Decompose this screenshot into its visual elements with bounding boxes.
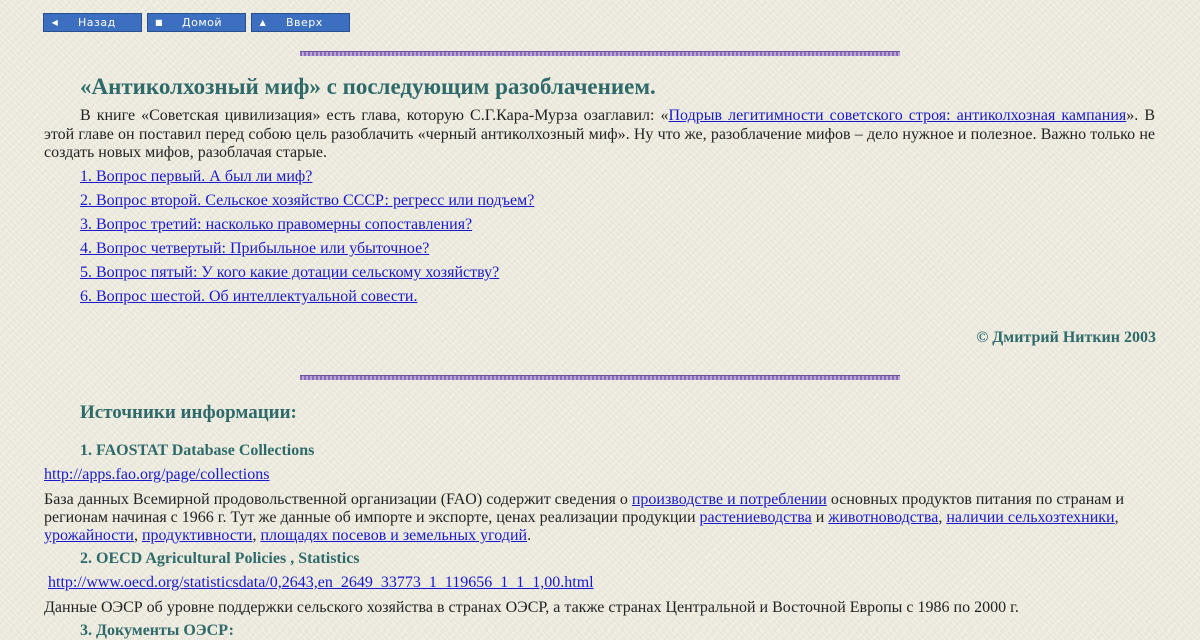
livestock-link[interactable]: животноводства: [828, 509, 938, 526]
sources-title: Источники информации:: [80, 402, 297, 423]
crop-production-link[interactable]: растениеводства: [700, 509, 812, 526]
source-description-1: База данных Всемирной продовольственной …: [44, 491, 1155, 545]
divider-top: [300, 51, 900, 56]
back-button[interactable]: ◀ Назад: [43, 13, 142, 32]
source-heading-2: 2. OECD Agricultural Policies , Statisti…: [80, 550, 360, 567]
intro-paragraph: В книге «Советская цивилизация» есть гла…: [44, 107, 1155, 163]
intro-text-start: В книге «Советская цивилизация» есть гла…: [80, 107, 669, 124]
productivity-link[interactable]: продуктивности: [142, 527, 253, 544]
toc-item: 3. Вопрос третий: насколько правомерны с…: [80, 215, 534, 239]
source-url-2[interactable]: http://www.oecd.org/statisticsdata/0,264…: [48, 574, 594, 592]
toc-item: 1. Вопрос первый. А был ли миф?: [80, 167, 534, 191]
copyright: © Дмитрий Ниткин 2003: [976, 329, 1156, 346]
arrow-left-icon: ◀: [51, 18, 59, 27]
up-button[interactable]: ▲ Вверх: [251, 13, 350, 32]
table-of-contents: 1. Вопрос первый. А был ли миф? 2. Вопро…: [80, 167, 534, 311]
source-heading-3: 3. Документы ОЭСР:: [80, 622, 234, 639]
arrow-up-icon: ▲: [259, 18, 267, 27]
source-text: ,: [1114, 509, 1119, 526]
square-icon: ■: [154, 18, 164, 27]
source-description-2: Данные ОЭСР об уровне поддержки сельског…: [44, 599, 1019, 616]
chapter-link[interactable]: Подрыв легитимности советского строя: ан…: [669, 107, 1127, 124]
toc-item: 2. Вопрос второй. Сельское хозяйство ССС…: [80, 191, 534, 215]
source-text: .: [527, 527, 532, 544]
source-heading-1: 1. FAOSTAT Database Collections: [80, 442, 315, 459]
toc-item: 4. Вопрос четвертый: Прибыльное или убыт…: [80, 239, 534, 263]
toc-item: 5. Вопрос пятый: У кого какие дотации се…: [80, 263, 534, 287]
navigation-bar: ◀ Назад ■ Домой ▲ Вверх: [43, 13, 350, 32]
toc-item: 6. Вопрос шестой. Об интеллектуальной со…: [80, 287, 534, 311]
source-text: и: [811, 509, 829, 526]
source-url-1[interactable]: http://apps.fao.org/page/collections: [44, 466, 269, 484]
toc-link-3[interactable]: 3. Вопрос третий: насколько правомерны с…: [80, 216, 472, 233]
land-area-link[interactable]: площадях посевов и земельных угодий: [260, 527, 527, 544]
up-button-label: Вверх: [286, 16, 323, 29]
home-button-label: Домой: [182, 16, 223, 29]
toc-link-4[interactable]: 4. Вопрос четвертый: Прибыльное или убыт…: [80, 240, 429, 257]
toc-link-1[interactable]: 1. Вопрос первый. А был ли миф?: [80, 168, 312, 185]
toc-link-2[interactable]: 2. Вопрос второй. Сельское хозяйство ССС…: [80, 192, 534, 209]
home-button[interactable]: ■ Домой: [147, 13, 246, 32]
production-consumption-link[interactable]: производстве и потреблении: [632, 491, 827, 508]
source-text: База данных Всемирной продовольственной …: [44, 491, 632, 508]
machinery-link[interactable]: наличии сельхозтехники: [946, 509, 1114, 526]
divider-bottom: [300, 375, 900, 380]
source-text: ,: [133, 527, 142, 544]
page-title: «Антиколхозный миф» с последующим разобл…: [80, 74, 656, 99]
yield-link[interactable]: урожайности: [44, 527, 134, 544]
back-button-label: Назад: [78, 16, 116, 29]
toc-link-6[interactable]: 6. Вопрос шестой. Об интеллектуальной со…: [80, 288, 417, 305]
toc-link-5[interactable]: 5. Вопрос пятый: У кого какие дотации се…: [80, 264, 499, 281]
